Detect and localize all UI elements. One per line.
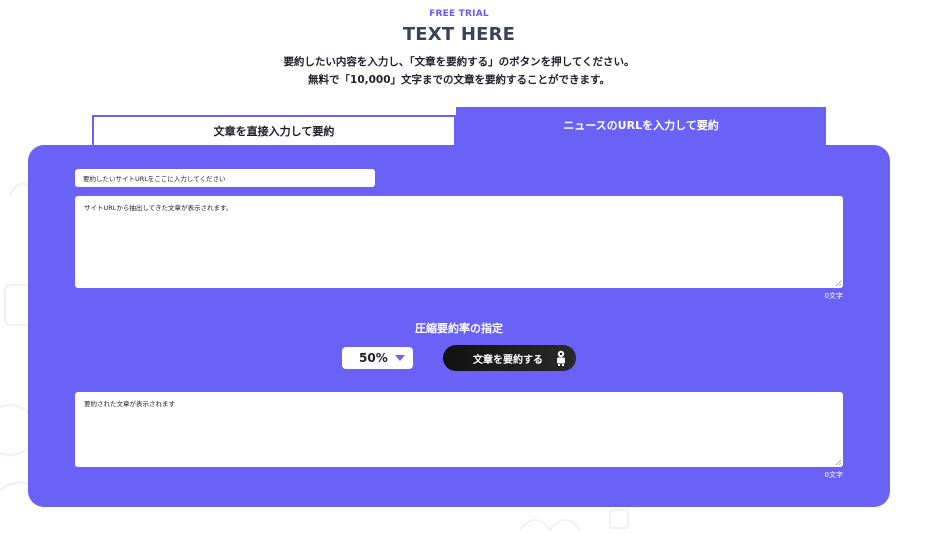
page-title: TEXT HERE [402,24,516,45]
ratio-value: 50% [359,351,388,365]
description-line-1: 要約したい内容を入力し、「文章を要約する」のボタンを押してください。 [283,56,635,68]
resize-handle-icon[interactable] [835,459,842,466]
summarize-button[interactable]: 文章を要約する [443,345,576,371]
section-eyebrow: FREE TRIAL [429,9,489,19]
compression-ratio-label: 圧縮要約率の指定 [415,322,503,335]
result-text: 要約された文章が表示されます [84,400,175,408]
resize-handle-icon[interactable] [835,280,842,287]
result-char-count: 0文字 [824,471,843,479]
compression-ratio-select[interactable]: 50% [342,347,413,369]
description-line-2: 無料で「10,000」文字までの文章を要約することができます。 [308,74,610,86]
source-textarea[interactable]: サイトURLから抽出してきた文章が表示されます。 [75,196,843,288]
wave-illustration [519,509,629,532]
source-char-count: 0文字 [824,292,843,300]
source-text: サイトURLから抽出してきた文章が表示されます。 [84,204,233,212]
result-textarea[interactable]: 要約された文章が表示されます [75,392,843,467]
caret-down-icon [395,355,405,361]
tab-url-input[interactable]: ニュースのURLを入力して要約 [456,107,826,147]
robot-icon [557,350,565,366]
summarize-button-label: 文章を要約する [473,354,543,366]
tab-direct-input[interactable]: 文章を直接入力して要約 [92,115,456,147]
url-input[interactable]: 要約したいサイトURLをここに入力してください [75,169,375,187]
summarizer-panel: 要約したいサイトURLをここに入力してください サイトURLから抽出してきた文章… [28,145,890,507]
